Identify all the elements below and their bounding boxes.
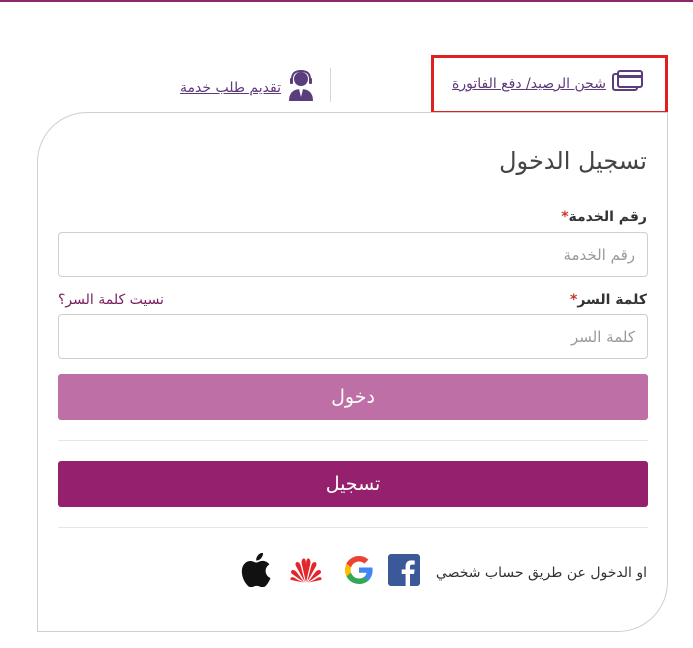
login-title: تسجيل الدخول [499,147,647,175]
register-button[interactable]: تسجيل [58,461,648,507]
password-label-text: كلمة السر [577,292,647,308]
header-divider [330,68,331,102]
service-number-label-text: رقم الخدمة [568,209,647,225]
required-mark: * [561,209,569,225]
password-input[interactable] [58,314,648,359]
top-border [0,0,693,2]
facebook-icon[interactable] [387,553,421,587]
login-button[interactable]: دخول [58,374,648,420]
service-number-input[interactable] [58,232,648,277]
service-number-label: رقم الخدمة* [561,209,647,225]
social-login-text: او الدخول عن طريق حساب شخصي [435,565,647,581]
huawei-icon[interactable] [289,553,323,587]
divider [58,440,648,441]
login-card: تسجيل الدخول رقم الخدمة* كلمة السر* نسيت… [37,112,668,632]
forgot-password-link[interactable]: نسيت كلمة السر؟ [58,292,164,308]
apple-icon[interactable] [238,553,272,587]
agent-icon [287,69,315,106]
password-label: كلمة السر* [570,292,647,308]
divider [58,527,648,528]
service-request-link[interactable]: تقديم طلب خدمة [180,69,315,106]
google-icon[interactable] [342,553,376,587]
highlight-box [431,55,668,114]
service-request-label: تقديم طلب خدمة [180,80,281,96]
